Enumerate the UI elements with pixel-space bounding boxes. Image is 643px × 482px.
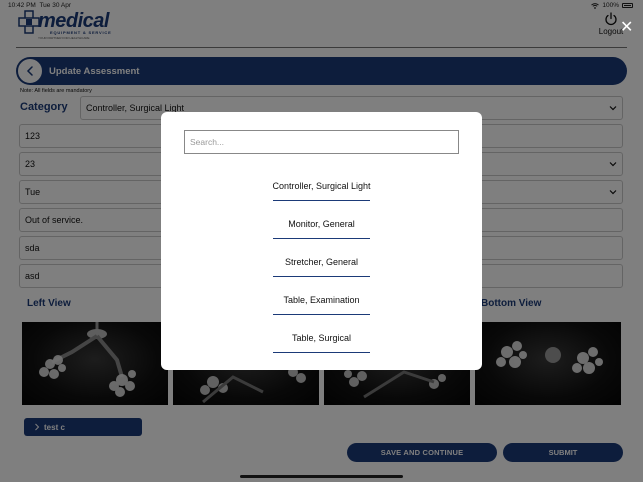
search-placeholder: Search... — [190, 137, 225, 147]
option-divider — [273, 314, 370, 315]
option-divider — [273, 238, 370, 239]
search-input[interactable]: Search... — [184, 130, 459, 154]
option-item[interactable]: Table, Surgical — [161, 333, 482, 343]
option-item[interactable]: Stretcher, General — [161, 257, 482, 267]
option-item[interactable]: Controller, Surgical Light — [161, 181, 482, 191]
close-icon[interactable]: ✕ — [620, 20, 633, 36]
category-picker-modal: Search... Controller, Surgical Light Mon… — [161, 112, 482, 370]
option-divider — [273, 276, 370, 277]
option-item[interactable]: Table, Examination — [161, 295, 482, 305]
option-divider — [273, 352, 370, 353]
option-item[interactable]: Monitor, General — [161, 219, 482, 229]
option-divider — [273, 200, 370, 201]
